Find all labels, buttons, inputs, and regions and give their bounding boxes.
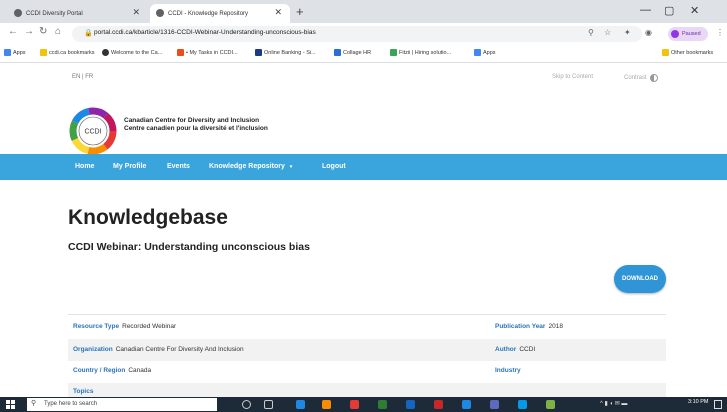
language-switch[interactable]: EN | FR bbox=[72, 74, 93, 80]
menu-kebab-icon[interactable]: ⋮ bbox=[716, 28, 724, 37]
bookmark-apps-2[interactable]: Apps bbox=[474, 49, 496, 56]
system-tray[interactable]: ^ ▮ ◖ ✉ ▬ bbox=[600, 400, 627, 407]
search-icon: ⚲ bbox=[31, 400, 37, 407]
field-publication-year: Publication Year 2018 bbox=[495, 323, 563, 330]
excel-icon[interactable] bbox=[378, 400, 387, 409]
apps-grid-icon bbox=[474, 49, 481, 56]
field-country-region: Country / Region Canada bbox=[73, 367, 152, 374]
acrobat-icon[interactable] bbox=[434, 400, 443, 409]
profile-button[interactable]: Paused bbox=[668, 27, 708, 41]
zoom-icon[interactable]: ⚲ bbox=[588, 28, 594, 37]
bookmark-other[interactable]: Other bookmarks bbox=[662, 49, 713, 56]
extension-icon[interactable]: ✦ bbox=[624, 28, 631, 37]
apps-grid-icon bbox=[4, 49, 11, 56]
chevron-down-icon: ▾ bbox=[289, 164, 293, 170]
tasks-icon bbox=[177, 49, 184, 56]
article-title: CCDI Webinar: Understanding unconscious … bbox=[68, 241, 310, 253]
bank-icon bbox=[255, 49, 262, 56]
cortana-icon[interactable] bbox=[242, 400, 251, 409]
nav-events[interactable]: Events bbox=[167, 163, 190, 170]
github-icon bbox=[102, 49, 109, 56]
tab-title: CCDI - Knowledge Repository bbox=[168, 10, 249, 17]
taskbar-clock[interactable]: 3:10 PM bbox=[688, 399, 708, 405]
reload-icon[interactable]: ↻ bbox=[39, 26, 47, 37]
search-placeholder: Type here to search bbox=[44, 401, 98, 407]
table-row: Resource Type Recorded Webinar Publicatio… bbox=[68, 316, 666, 338]
close-icon[interactable]: ✕ bbox=[132, 7, 140, 18]
star-icon[interactable]: ☆ bbox=[604, 28, 611, 37]
notification-icon[interactable] bbox=[714, 400, 722, 409]
nav-label: Knowledge Repository bbox=[209, 163, 285, 170]
fitzii-icon bbox=[390, 49, 397, 56]
table-row: Organization Canadian Centre For Diversit… bbox=[68, 339, 666, 361]
back-icon[interactable]: ← bbox=[8, 26, 18, 37]
field-industry: Industry bbox=[495, 367, 521, 374]
minimize-button[interactable]: — bbox=[640, 4, 651, 16]
start-pane bbox=[6, 405, 10, 409]
nav-knowledge-repository[interactable]: Knowledge Repository ▾ bbox=[209, 163, 292, 170]
tab-diversity-portal[interactable]: CCDI Diversity Portal ✕ bbox=[8, 4, 148, 23]
teams-icon[interactable] bbox=[490, 400, 499, 409]
table-row: Topics bbox=[68, 383, 666, 397]
bookmark-apps[interactable]: Apps bbox=[4, 49, 26, 56]
download-button[interactable]: DOWNLOAD bbox=[614, 265, 666, 293]
nav-my-profile[interactable]: My Profile bbox=[113, 163, 146, 170]
bookmark-fitzii[interactable]: Fitzii | Hiring solutio... bbox=[390, 49, 451, 56]
start-pane bbox=[11, 405, 15, 409]
globe-icon bbox=[156, 9, 164, 17]
field-resource-type: Resource Type Recorded Webinar bbox=[73, 323, 177, 330]
ccdi-logo[interactable]: CCDI bbox=[68, 106, 118, 156]
task-view-icon[interactable] bbox=[264, 400, 273, 409]
close-icon[interactable]: ✕ bbox=[274, 7, 282, 18]
bookmark-welcome[interactable]: Welcome to the Ca... bbox=[102, 49, 162, 56]
extension-icon-2[interactable]: ◉ bbox=[645, 28, 652, 37]
chrome-icon[interactable] bbox=[350, 400, 359, 409]
skip-to-content-link[interactable]: Skip to Content bbox=[552, 74, 593, 80]
nav-home[interactable]: Home bbox=[75, 163, 94, 170]
bookmark-collage[interactable]: Collage HR bbox=[334, 49, 371, 56]
globe-icon bbox=[14, 9, 22, 17]
edge-icon[interactable] bbox=[296, 400, 305, 409]
start-pane bbox=[6, 400, 10, 404]
collage-icon bbox=[334, 49, 341, 56]
field-author: Author CCDI bbox=[495, 346, 536, 353]
app-icon[interactable] bbox=[518, 400, 527, 409]
tab-title: CCDI Diversity Portal bbox=[26, 10, 83, 17]
url-text[interactable]: portal.ccdi.ca/kbarticle/1316-CCDI-Webin… bbox=[94, 29, 316, 36]
bookmark-banking[interactable]: Online Banking - Si... bbox=[255, 49, 316, 56]
table-row: Country / Region Canada Industry bbox=[68, 361, 666, 383]
word-icon[interactable] bbox=[462, 400, 471, 409]
tab-knowledge-repository[interactable]: CCDI - Knowledge Repository ✕ bbox=[150, 4, 290, 23]
org-name-en: Canadian Centre for Diversity and Inclus… bbox=[124, 117, 260, 124]
bookmark-ccdi[interactable]: ccdi.ca bookmarks bbox=[40, 49, 95, 56]
contrast-label: Contrast bbox=[624, 75, 647, 81]
close-window-button[interactable]: ✕ bbox=[690, 4, 699, 17]
firefox-icon[interactable] bbox=[322, 400, 331, 409]
logo-text: CCDI bbox=[84, 129, 101, 136]
windows-start-icon[interactable] bbox=[6, 400, 15, 409]
folder-icon bbox=[40, 49, 47, 56]
maximize-button[interactable]: ▢ bbox=[664, 4, 674, 17]
profile-label: Paused bbox=[682, 31, 701, 37]
contrast-toggle[interactable]: Contrast bbox=[624, 74, 658, 82]
bookmark-tasks[interactable]: • My Tasks in CCDI... bbox=[177, 49, 238, 56]
field-topics: Topics bbox=[73, 388, 94, 395]
start-pane bbox=[11, 400, 15, 404]
main-nav bbox=[0, 154, 727, 180]
field-organization: Organization Canadian Centre For Diversit… bbox=[73, 346, 244, 353]
page-title: Knowledgebase bbox=[68, 206, 228, 229]
forward-icon[interactable]: → bbox=[24, 26, 34, 37]
new-tab-button[interactable]: + bbox=[296, 4, 304, 19]
home-icon[interactable]: ⌂ bbox=[55, 26, 61, 37]
avatar bbox=[671, 30, 679, 38]
lock-icon[interactable]: 🔒 bbox=[84, 29, 93, 37]
org-name-fr: Centre canadien pour la diversité et l'i… bbox=[124, 125, 268, 132]
contrast-icon bbox=[649, 74, 658, 82]
outlook-icon[interactable] bbox=[406, 400, 415, 409]
folder-icon bbox=[662, 49, 669, 56]
nav-logout[interactable]: Logout bbox=[322, 163, 346, 170]
app-icon-2[interactable] bbox=[546, 400, 555, 409]
divider bbox=[68, 314, 666, 315]
